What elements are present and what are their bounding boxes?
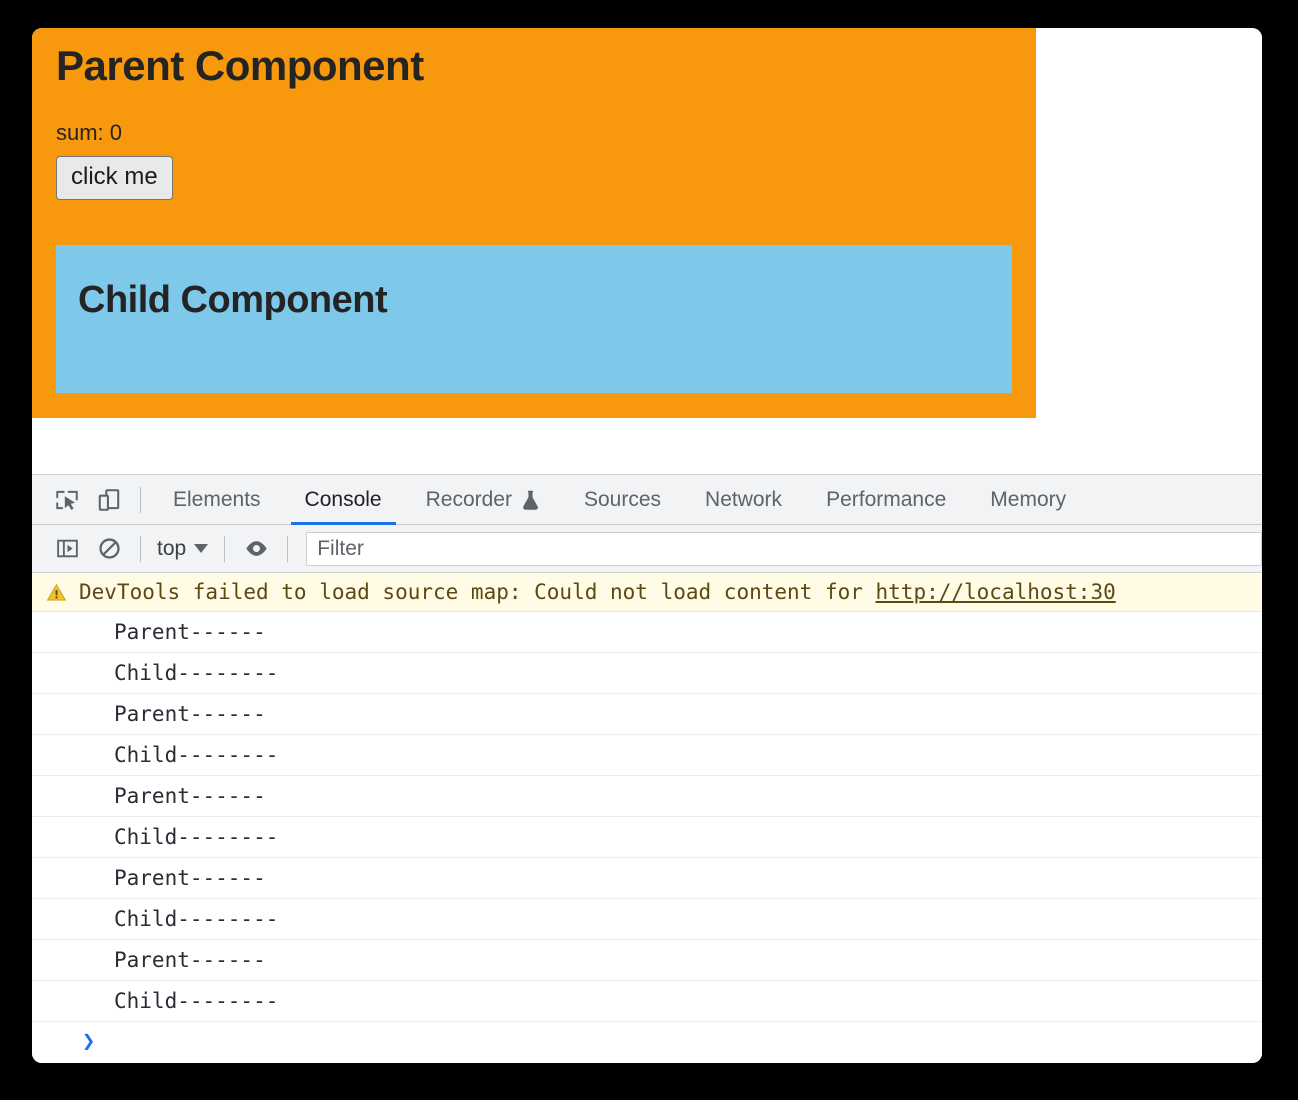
- console-log-text: Child--------: [114, 906, 279, 931]
- child-component-title: Child Component: [78, 279, 388, 321]
- chevron-down-icon: [194, 544, 209, 553]
- console-log-row[interactable]: Child--------: [32, 899, 1262, 940]
- console-log-row[interactable]: Parent------: [32, 612, 1262, 653]
- tab-label: Performance: [826, 487, 947, 511]
- console-log-row[interactable]: Child--------: [32, 981, 1262, 1022]
- toolbar-divider: [140, 486, 141, 513]
- source-map-url-link[interactable]: http://localhost:30: [876, 582, 1116, 603]
- tab-memory[interactable]: Memory: [968, 475, 1088, 525]
- warning-triangle-icon: [46, 582, 67, 603]
- clear-console-icon[interactable]: [88, 528, 130, 570]
- console-sidebar-icon[interactable]: [46, 528, 88, 570]
- eye-icon[interactable]: [235, 528, 277, 570]
- inspect-element-icon[interactable]: [46, 479, 88, 521]
- tab-label: Console: [304, 487, 382, 511]
- console-log-text: Parent------: [114, 783, 266, 808]
- console-log-row[interactable]: Parent------: [32, 776, 1262, 817]
- console-toolbar-divider-2: [224, 535, 226, 562]
- console-log-row[interactable]: Parent------: [32, 940, 1262, 981]
- execution-context-value: top: [157, 536, 187, 560]
- device-toolbar-icon[interactable]: [88, 479, 130, 521]
- console-toolbar: top: [32, 525, 1262, 573]
- tab-label: Sources: [583, 487, 662, 511]
- console-toolbar-divider-3: [287, 535, 289, 562]
- tab-label: Recorder: [425, 487, 512, 511]
- page-content-area: Parent Component sum: 0 click me Child C…: [32, 28, 1262, 474]
- console-log-text: Parent------: [114, 865, 266, 890]
- prompt-chevron-icon: ❯: [82, 1029, 96, 1054]
- devtools-panel: Elements Console Recorder Sources Networ…: [32, 474, 1262, 1063]
- browser-viewport: Parent Component sum: 0 click me Child C…: [32, 28, 1262, 1063]
- tab-recorder[interactable]: Recorder: [404, 475, 562, 525]
- tab-elements[interactable]: Elements: [151, 475, 283, 525]
- console-message-list[interactable]: DevTools failed to load source map: Coul…: [32, 574, 1262, 1063]
- console-log-row[interactable]: Parent------: [32, 858, 1262, 899]
- console-log-row[interactable]: Child--------: [32, 735, 1262, 776]
- execution-context-selector[interactable]: top: [151, 537, 214, 561]
- tab-label: Memory: [990, 487, 1067, 511]
- tab-network[interactable]: Network: [683, 475, 804, 525]
- console-log-text: Child--------: [114, 660, 279, 685]
- console-log-text: Child--------: [114, 824, 279, 849]
- console-log-row[interactable]: Child--------: [32, 653, 1262, 694]
- console-toolbar-divider-1: [140, 535, 141, 562]
- parent-component-title: Parent Component: [56, 42, 424, 89]
- console-log-text: Parent------: [114, 701, 266, 726]
- flask-icon: [521, 490, 540, 510]
- console-prompt[interactable]: ❯: [32, 1022, 1262, 1062]
- console-warning-text: DevTools failed to load source map: Coul…: [79, 580, 876, 604]
- sum-display: sum: 0: [56, 120, 123, 145]
- parent-component-box: Parent Component sum: 0 click me Child C…: [32, 28, 1036, 418]
- console-log-row[interactable]: Parent------: [32, 694, 1262, 735]
- console-log-text: Child--------: [114, 742, 279, 767]
- tab-sources[interactable]: Sources: [562, 475, 683, 525]
- devtools-tabbar: Elements Console Recorder Sources Networ…: [32, 475, 1262, 525]
- filter-input[interactable]: [306, 531, 1262, 566]
- console-log-row[interactable]: Child--------: [32, 817, 1262, 858]
- tab-console[interactable]: Console: [283, 475, 404, 525]
- console-warning-message[interactable]: DevTools failed to load source map: Coul…: [32, 574, 1262, 612]
- click-me-button[interactable]: click me: [56, 156, 173, 200]
- tab-performance[interactable]: Performance: [804, 475, 968, 525]
- console-log-text: Child--------: [114, 988, 279, 1013]
- console-log-text: Parent------: [114, 619, 266, 644]
- child-component-box: Child Component: [56, 245, 1012, 393]
- tab-label: Elements: [173, 487, 261, 511]
- console-log-text: Parent------: [114, 947, 266, 972]
- tab-label: Network: [705, 487, 783, 511]
